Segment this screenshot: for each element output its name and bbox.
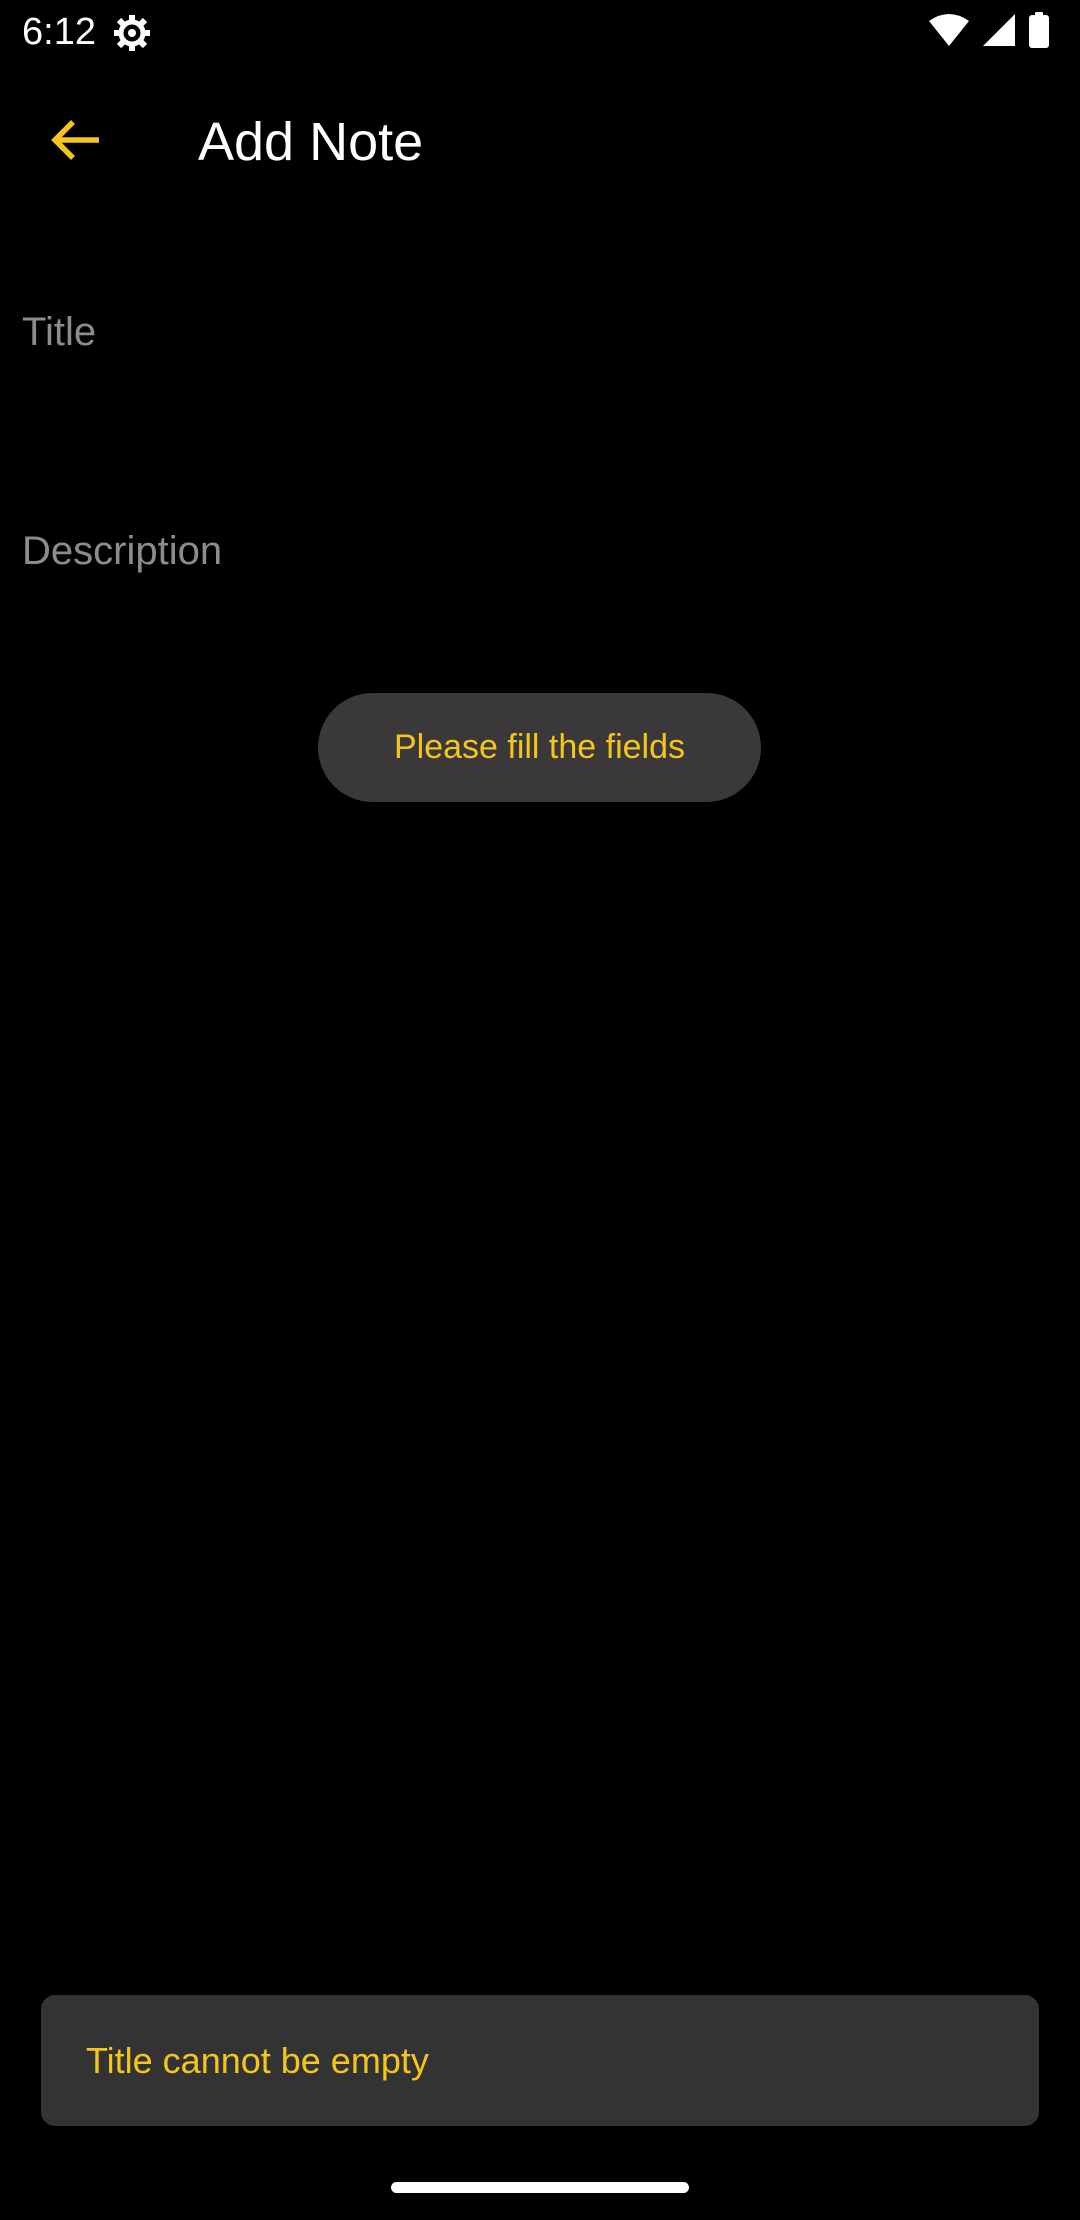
page-title: Add Note: [198, 112, 424, 172]
description-input[interactable]: [22, 481, 1062, 621]
cellular-signal-icon: [982, 13, 1016, 52]
arrow-back-icon: [51, 118, 101, 167]
home-indicator[interactable]: [391, 2182, 689, 2193]
snackbar: Title cannot be empty: [41, 1995, 1039, 2126]
wifi-icon: [928, 13, 970, 52]
status-icons: [928, 11, 1050, 53]
toast-text: Please fill the fields: [393, 728, 686, 766]
app-bar: Add Note: [0, 82, 1080, 202]
description-field: [0, 481, 1080, 621]
title-input[interactable]: [22, 262, 1062, 402]
toast-message: Please fill the fields: [318, 693, 761, 802]
battery-icon: [1028, 11, 1050, 53]
back-button[interactable]: [40, 112, 112, 172]
settings-gear-icon: [112, 13, 152, 53]
title-field: [0, 262, 1080, 402]
snackbar-text: Title cannot be empty: [86, 2039, 429, 2081]
status-time: 6:12: [22, 11, 96, 53]
status-bar: 6:12: [0, 0, 1080, 64]
